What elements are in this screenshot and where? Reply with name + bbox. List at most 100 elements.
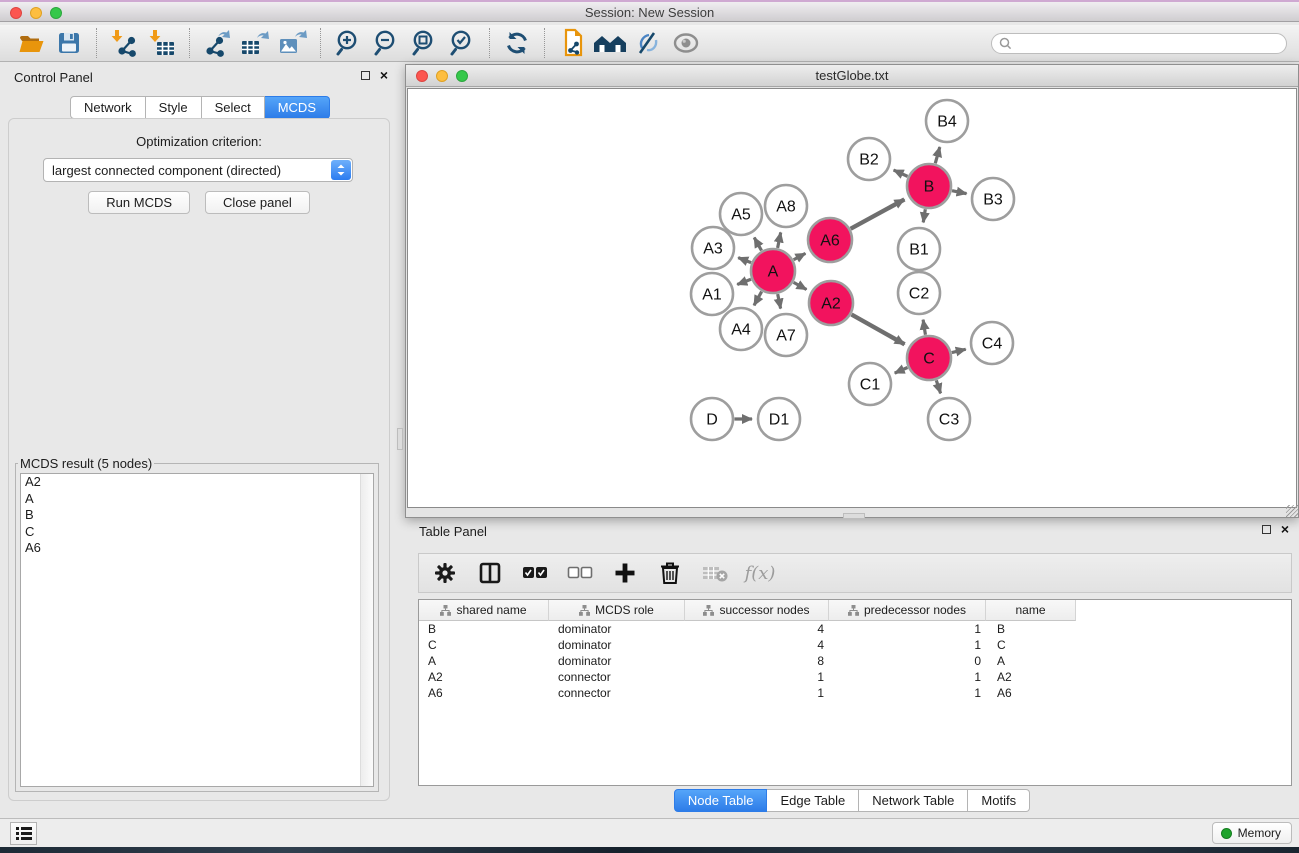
import-table-button[interactable]: [143, 27, 181, 59]
graph-edge-C-C1[interactable]: [895, 367, 908, 373]
result-list-item[interactable]: A2: [21, 474, 373, 491]
graph-edge-C-C2[interactable]: [923, 320, 925, 335]
network-canvas[interactable]: B4B2BB3A5A8A6A3B1AA1C2A2A4A7CC4C1C3DD1: [407, 88, 1297, 508]
select-all-rows-button[interactable]: [517, 556, 553, 590]
hide-graphics-details-button[interactable]: [629, 27, 667, 59]
result-list-item[interactable]: C: [21, 524, 373, 541]
table-row[interactable]: A2connector11A2: [419, 669, 1291, 685]
graph-edge-A6-B[interactable]: [851, 199, 905, 228]
graph-node-B1[interactable]: B1: [898, 228, 940, 270]
table-cell[interactable]: 4: [685, 637, 829, 653]
column-header-successor-nodes[interactable]: successor nodes: [685, 600, 829, 621]
table-cell[interactable]: A: [419, 653, 549, 669]
result-list-item[interactable]: A: [21, 491, 373, 508]
float-panel-icon[interactable]: [1262, 525, 1271, 534]
tab-style[interactable]: Style: [146, 96, 202, 119]
import-network-button[interactable]: [105, 27, 143, 59]
graph-edge-B-B2[interactable]: [894, 170, 908, 176]
graph-edge-A-A1[interactable]: [737, 279, 751, 284]
table-cell[interactable]: A6: [986, 685, 1076, 701]
task-history-button[interactable]: [10, 822, 37, 845]
graph-node-C1[interactable]: C1: [849, 363, 891, 405]
refresh-view-button[interactable]: [498, 27, 536, 59]
mcds-result-list[interactable]: A2ABCA6: [20, 473, 374, 787]
open-session-button[interactable]: [12, 27, 50, 59]
network-graph[interactable]: B4B2BB3A5A8A6A3B1AA1C2A2A4A7CC4C1C3DD1: [408, 89, 1298, 509]
graph-node-B4[interactable]: B4: [926, 100, 968, 142]
graph-edge-A-A6[interactable]: [794, 253, 806, 259]
close-panel-icon[interactable]: ×: [1281, 524, 1289, 535]
result-list-scrollbar[interactable]: [360, 474, 373, 786]
tab-network[interactable]: Network: [70, 96, 146, 119]
run-mcds-button[interactable]: Run MCDS: [88, 191, 190, 214]
close-panel-button[interactable]: Close panel: [205, 191, 310, 214]
search-field[interactable]: [991, 33, 1287, 54]
graph-node-A4[interactable]: A4: [720, 308, 762, 350]
graph-node-A3[interactable]: A3: [692, 227, 734, 269]
close-panel-icon[interactable]: ×: [380, 70, 388, 81]
graph-node-C2[interactable]: C2: [898, 272, 940, 314]
function-builder-button[interactable]: f(x): [742, 556, 778, 590]
graph-edge-C-C3[interactable]: [936, 380, 940, 393]
table-cell[interactable]: 1: [685, 685, 829, 701]
table-row[interactable]: A6connector11A6: [419, 685, 1291, 701]
graph-edge-B-B3[interactable]: [952, 191, 967, 194]
table-cell[interactable]: C: [986, 637, 1076, 653]
graph-node-B[interactable]: B: [907, 164, 951, 208]
table-cell[interactable]: A2: [986, 669, 1076, 685]
graph-node-A6[interactable]: A6: [808, 218, 852, 262]
table-cell[interactable]: dominator: [549, 621, 685, 637]
table-row[interactable]: Cdominator41C: [419, 637, 1291, 653]
table-cell[interactable]: connector: [549, 669, 685, 685]
export-image-button[interactable]: [274, 27, 312, 59]
zoom-in-button[interactable]: [329, 27, 367, 59]
graph-node-A7[interactable]: A7: [765, 314, 807, 356]
export-network-button[interactable]: [198, 27, 236, 59]
table-cell[interactable]: B: [419, 621, 549, 637]
graph-node-A8[interactable]: A8: [765, 185, 807, 227]
graph-node-A2[interactable]: A2: [809, 281, 853, 325]
graph-node-C3[interactable]: C3: [928, 398, 970, 440]
pane-divider-handle[interactable]: [397, 428, 403, 450]
float-panel-icon[interactable]: [361, 71, 370, 80]
create-column-button[interactable]: [607, 556, 643, 590]
zoom-out-button[interactable]: [367, 27, 405, 59]
export-table-button[interactable]: [236, 27, 274, 59]
search-input[interactable]: [1016, 36, 1279, 50]
pane-divider-handle[interactable]: [843, 513, 865, 519]
network-overview-button[interactable]: [591, 27, 629, 59]
graph-edge-C-C4[interactable]: [952, 349, 966, 352]
table-cell[interactable]: connector: [549, 685, 685, 701]
criterion-dropdown[interactable]: largest connected component (directed): [43, 158, 353, 182]
show-graphics-details-button[interactable]: [667, 27, 705, 59]
table-cell[interactable]: 1: [829, 621, 986, 637]
graph-node-D1[interactable]: D1: [758, 398, 800, 440]
memory-button[interactable]: Memory: [1212, 822, 1292, 844]
table-cell[interactable]: A2: [419, 669, 549, 685]
create-network-from-selection-button[interactable]: [553, 27, 591, 59]
table-cell[interactable]: A6: [419, 685, 549, 701]
tab-edge-table[interactable]: Edge Table: [767, 789, 859, 812]
table-row[interactable]: Adominator80A: [419, 653, 1291, 669]
graph-edge-A-A7[interactable]: [778, 294, 781, 309]
tab-motifs[interactable]: Motifs: [968, 789, 1030, 812]
table-cell[interactable]: dominator: [549, 637, 685, 653]
graph-edge-A-A4[interactable]: [754, 292, 762, 306]
table-cell[interactable]: B: [986, 621, 1076, 637]
graph-edge-B-B1[interactable]: [923, 209, 925, 222]
graph-node-C4[interactable]: C4: [971, 322, 1013, 364]
graph-edge-A-A2[interactable]: [794, 282, 807, 289]
deselect-all-rows-button[interactable]: [562, 556, 598, 590]
table-cell[interactable]: dominator: [549, 653, 685, 669]
table-cell[interactable]: 1: [829, 669, 986, 685]
graph-node-D[interactable]: D: [691, 398, 733, 440]
graph-edge-A2-C[interactable]: [851, 315, 904, 345]
table-cell[interactable]: 4: [685, 621, 829, 637]
graph-edge-A-A8[interactable]: [778, 232, 781, 247]
graph-node-A5[interactable]: A5: [720, 193, 762, 235]
table-cell[interactable]: 1: [685, 669, 829, 685]
show-columns-button[interactable]: [472, 556, 508, 590]
tab-node-table[interactable]: Node Table: [674, 789, 768, 812]
graph-node-A[interactable]: A: [751, 249, 795, 293]
column-header-shared-name[interactable]: shared name: [419, 600, 549, 621]
